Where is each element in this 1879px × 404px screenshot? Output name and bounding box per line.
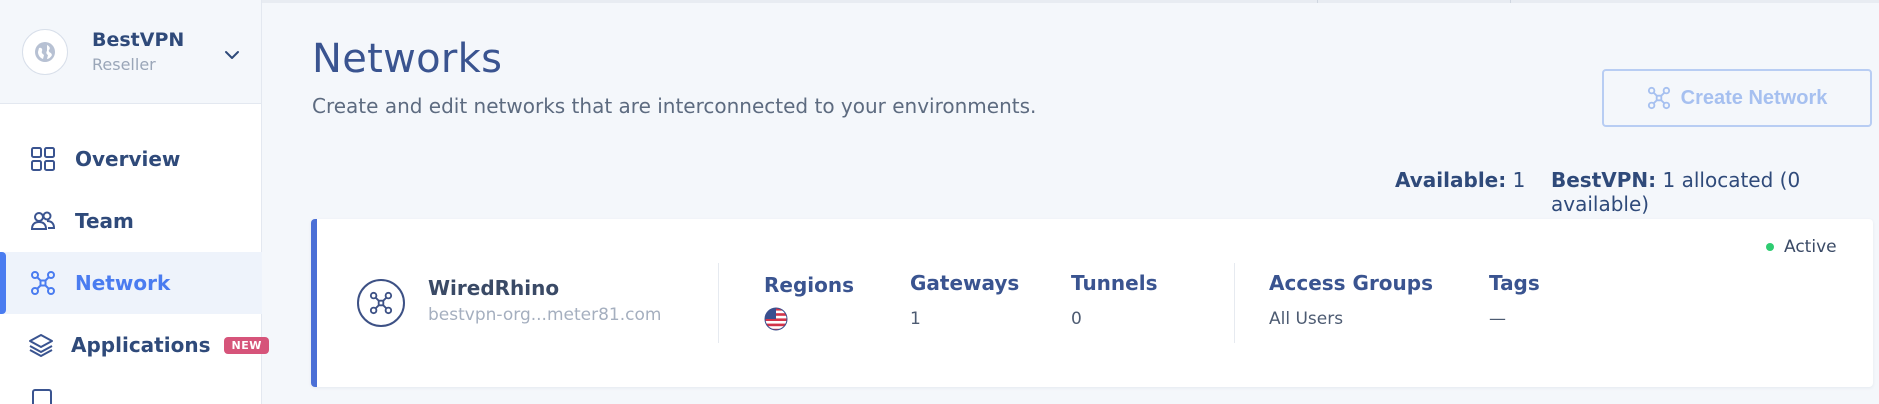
page-subtitle: Create and edit networks that are interc… [312, 94, 1037, 118]
top-border [262, 0, 1879, 3]
network-card[interactable]: WiredRhino bestvpn-org...meter81.com Reg… [311, 219, 1873, 387]
globe-icon [22, 28, 68, 75]
access-groups-value: All Users [1269, 309, 1344, 329]
create-network-label: Create Network [1680, 86, 1828, 109]
sidebar-item-team[interactable]: Team [0, 190, 262, 252]
status-label: Active [1784, 237, 1837, 257]
network-icon [357, 279, 405, 327]
sidebar: BestVPN Reseller Overview Team Network A… [0, 0, 269, 404]
divider [1234, 263, 1235, 343]
access-groups-header: Access Groups [1269, 271, 1434, 295]
regions-header: Regions [764, 273, 855, 297]
status-badge: Active [1766, 237, 1837, 257]
org-allocation: BestVPN: 1 allocated (0 available) [1551, 168, 1879, 216]
gateways-value: 1 [910, 309, 921, 329]
layers-icon [28, 330, 54, 360]
gateways-header: Gateways [910, 271, 1020, 295]
grid-icon [28, 144, 58, 174]
network-icon [1647, 86, 1671, 110]
sidebar-item-label: Overview [75, 147, 181, 171]
org-allocation-label: BestVPN: [1551, 168, 1657, 192]
sidebar-item-partial[interactable] [0, 376, 262, 404]
available-label: Available: [1395, 168, 1507, 192]
sidebar-item-label: Network [75, 271, 171, 295]
users-icon [28, 206, 58, 236]
create-network-button[interactable]: Create Network [1602, 69, 1872, 127]
us-flag-icon [764, 307, 788, 336]
org-switcher[interactable]: BestVPN Reseller [0, 0, 261, 104]
sidebar-item-overview[interactable]: Overview [0, 128, 262, 190]
org-role: Reseller [92, 54, 156, 74]
sidebar-item-label: Team [75, 209, 134, 233]
card-accent [311, 219, 317, 387]
available-value: 1 [1512, 168, 1526, 192]
sidebar-item-applications[interactable]: Applications NEW [0, 314, 269, 376]
divider [718, 263, 719, 343]
sidebar-nav: Overview Team Network Applications NEW [0, 128, 269, 404]
network-icon [28, 268, 58, 298]
chevron-down-icon[interactable] [224, 45, 240, 64]
sidebar-item-network[interactable]: Network [0, 252, 262, 314]
sidebar-item-label: Applications [71, 333, 211, 357]
tags-header: Tags [1489, 271, 1540, 295]
tunnels-header: Tunnels [1071, 271, 1158, 295]
org-name: BestVPN [92, 28, 185, 51]
page-title: Networks [312, 36, 503, 82]
tags-value: — [1489, 309, 1506, 329]
network-name[interactable]: WiredRhino [428, 276, 559, 300]
network-domain: bestvpn-org...meter81.com [428, 305, 662, 325]
new-badge: NEW [224, 336, 269, 354]
partial-icon [28, 384, 58, 404]
tunnels-value: 0 [1071, 309, 1082, 329]
status-dot-icon [1766, 243, 1774, 251]
available-count: Available: 1 [1395, 168, 1525, 192]
